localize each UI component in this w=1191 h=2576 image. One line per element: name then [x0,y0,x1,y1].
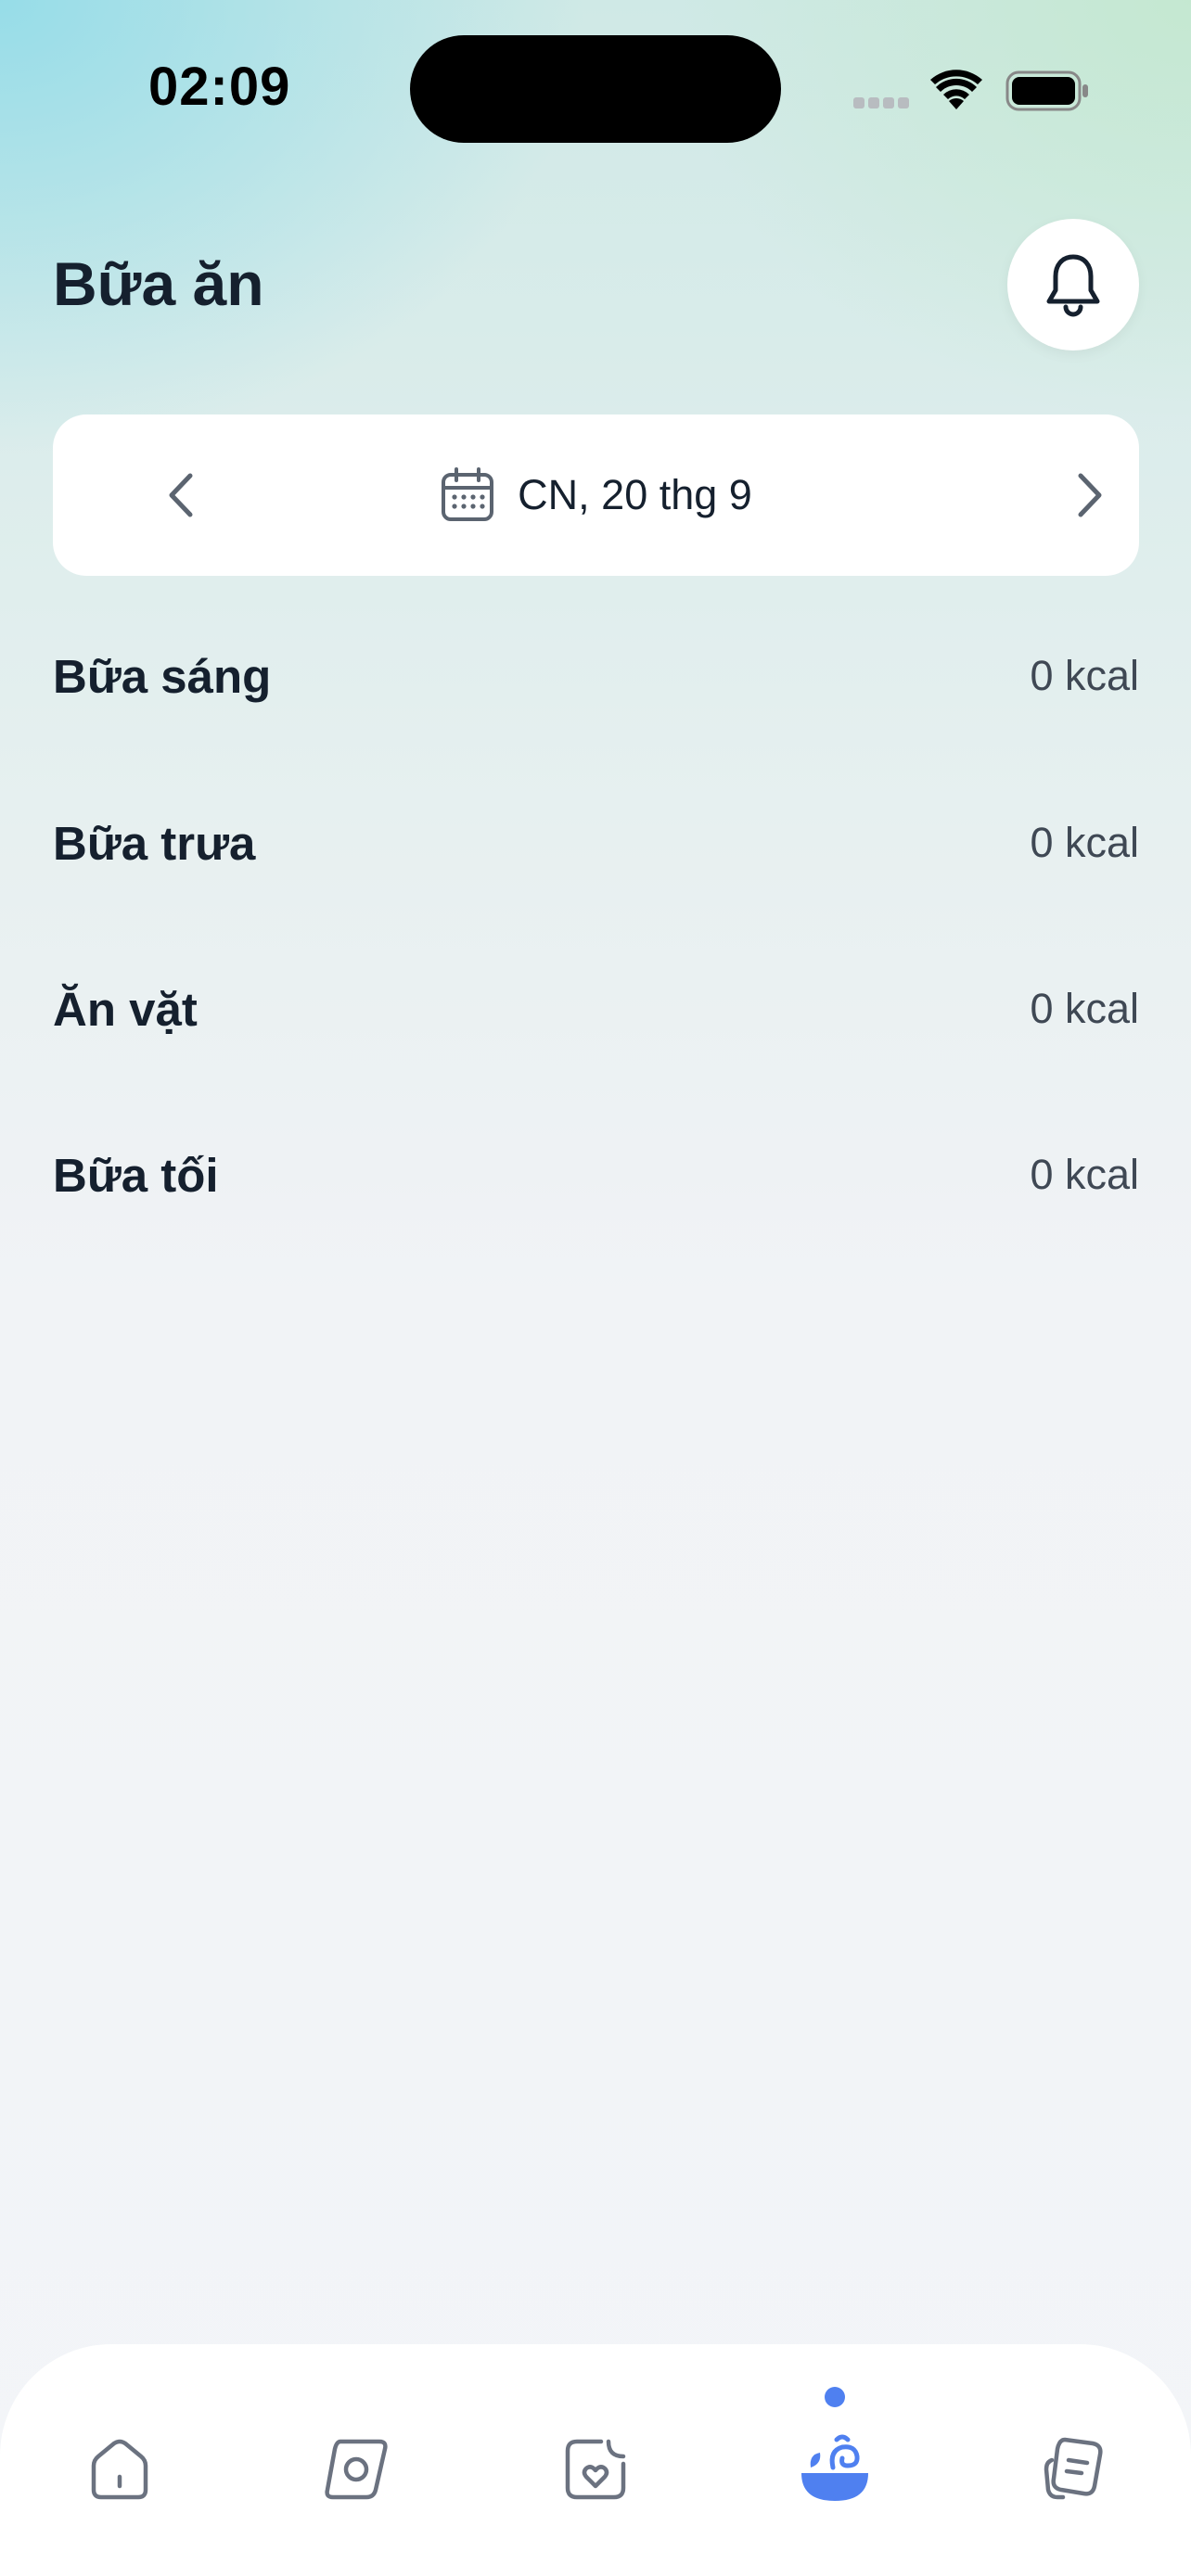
health-journal-icon [565,2439,626,2500]
status-time: 02:09 [148,57,291,117]
tab-notes[interactable] [1021,2418,1123,2520]
notifications-button[interactable] [1007,219,1139,351]
tab-home[interactable] [69,2418,171,2520]
cellular-signal-icon [853,96,913,113]
page-title: Bữa ăn [53,249,264,318]
tab-meals[interactable] [784,2418,886,2520]
meal-name: Bữa trưa [53,816,256,870]
explore-icon [325,2439,388,2500]
meal-kcal: 0 kcal [1030,985,1139,1032]
meal-bowl-icon [801,2434,868,2501]
meal-kcal: 0 kcal [1030,819,1139,866]
meal-row-breakfast[interactable]: Bữa sáng 0 kcal [53,634,1139,718]
meal-name: Ăn vặt [53,982,198,1036]
meal-row-lunch[interactable]: Bữa trưa 0 kcal [53,801,1139,885]
status-bar: 02:09 [0,0,1191,176]
dynamic-island [410,35,781,143]
chevron-right-icon [1078,473,1102,517]
tab-health-journal[interactable] [544,2418,647,2520]
date-picker: CN, 20 thg 9 [53,414,1139,576]
notes-icon [1044,2437,1103,2500]
meal-kcal: 0 kcal [1030,1151,1139,1198]
tab-explore[interactable] [306,2418,408,2520]
background-gradient [0,0,1191,2576]
battery-icon [1005,70,1089,116]
home-icon [91,2439,148,2500]
date-label: CN, 20 thg 9 [518,471,752,518]
meal-row-snack[interactable]: Ăn vặt 0 kcal [53,967,1139,1051]
active-tab-indicator [825,2387,845,2407]
wifi-icon [930,69,982,114]
meal-row-dinner[interactable]: Bữa tối 0 kcal [53,1133,1139,1217]
calendar-icon [442,467,494,521]
date-display[interactable]: CN, 20 thg 9 [53,414,1139,576]
next-day-button[interactable] [1073,470,1107,525]
bottom-tab-bar [0,2344,1191,2576]
meal-name: Bữa sáng [53,649,272,703]
meal-kcal: 0 kcal [1030,652,1139,699]
meal-name: Bữa tối [53,1148,219,1202]
bell-icon [1046,254,1100,317]
